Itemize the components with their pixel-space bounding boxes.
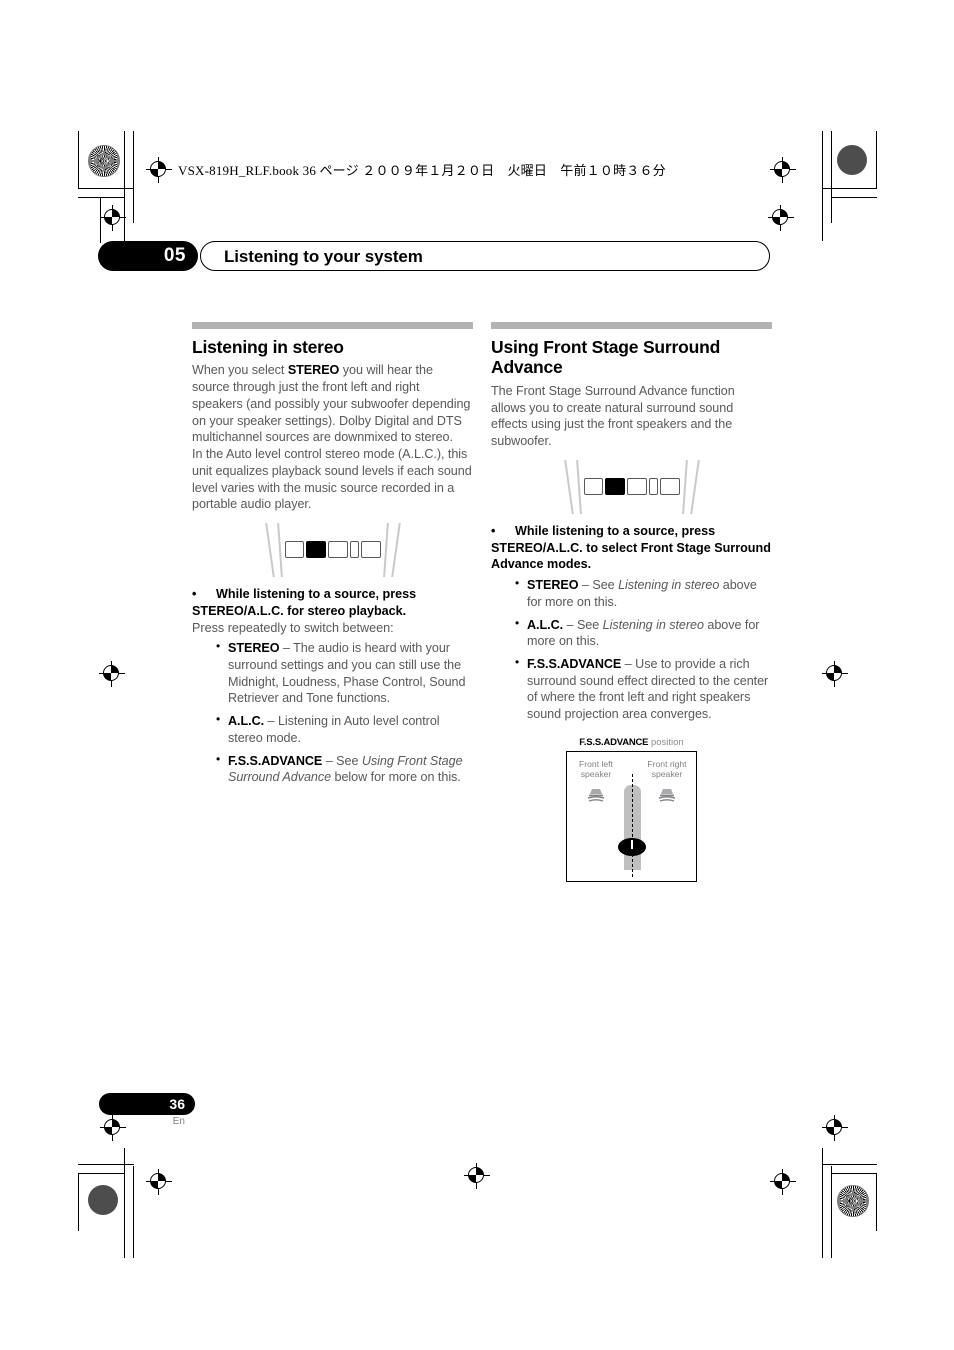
fss-advance-diagram: F.S.S.ADVANCE position Front left speake… [566,737,697,882]
section-rule [192,322,473,329]
registration-target-icon [146,1169,172,1195]
registration-burst-icon [837,1185,869,1217]
bullet-term: STEREO [228,641,280,656]
remote-button-stereo-alc-highlighted [306,541,326,559]
bullet-dash: – [322,753,337,768]
remote-button [360,541,381,559]
registration-target-icon [99,661,125,687]
bullet-term: F.S.S.ADVANCE [527,657,622,672]
bullet-term: A.L.C. [527,617,564,632]
right-column: Using Front Stage Surround Advance The F… [491,322,772,882]
intro-text-a: When you select [192,363,288,378]
registration-target-icon [768,205,794,231]
paragraph-alc-intro: In the Auto level control stereo mode (A… [192,447,472,512]
remote-control-illustration [558,459,706,514]
label-front-right-speaker: Front right speaker [647,758,687,780]
paragraph-stereo-intro: When you select STEREO you will hear the… [192,362,473,446]
page-number-badge: 36 [99,1093,195,1115]
bullet-cross-reference: Listening in stereo [602,617,704,632]
bullet-term: A.L.C. [228,714,265,729]
diagram-frame: Front left speaker Front right speaker [566,750,697,882]
bullet-text: See [336,753,362,768]
bullet-dash: – [578,578,593,593]
list-item: F.S.S.ADVANCE – Use to provide a rich su… [515,655,772,723]
registration-target-icon [146,157,172,183]
bullet-term: STEREO [527,578,579,593]
bullet-marker: • [192,587,197,602]
left-bullet-list: STEREO – The audio is heard with your su… [192,639,473,786]
remote-button [583,477,604,495]
print-file-header: VSX-819H_RLF.book 36 ページ ２００９年１月２０日 火曜日 … [178,163,666,178]
registration-dot-icon [88,1185,118,1215]
registration-target-icon [822,661,848,687]
speaker-left-icon [587,788,605,802]
page-title: Listening to your system [224,247,423,266]
bullet-dash: – [279,641,294,656]
label-front-left-speaker: Front left speaker [579,758,613,780]
chapter-header: 05 Listening to your system [98,241,770,271]
list-item: STEREO – See Listening in stereo above f… [515,576,772,610]
section-heading-listening-in-stereo: Listening in stereo [192,337,344,357]
remote-button [659,477,680,495]
bullet-dash: – [621,657,636,672]
diagram-caption: F.S.S.ADVANCE position [566,737,697,748]
section-rule [491,322,772,329]
registration-burst-icon [88,145,120,177]
chapter-number-badge: 05 [98,241,198,271]
speaker-right-icon [658,788,676,802]
instruction-text: While listening to a source, press STERE… [192,587,417,618]
term-stereo: STEREO [287,363,340,378]
instruction-text: While listening to a source, press STERE… [491,523,771,572]
bullet-text-tail: below for more on this. [331,770,461,785]
remote-button [349,541,359,559]
remote-button [328,541,348,559]
bullet-term: F.S.S.ADVANCE [228,753,323,768]
bullet-text: See [592,578,619,593]
registration-target-icon [822,1115,848,1141]
right-bullet-list: STEREO – See Listening in stereo above f… [491,576,772,723]
bullet-cross-reference: Listening in stereo [618,578,720,593]
bullet-text: See [576,617,603,632]
registration-target-icon [770,1169,796,1195]
registration-target-icon [464,1163,490,1189]
diagram-caption-rest: position [648,736,684,748]
list-item: F.S.S.ADVANCE – See Using Front Stage Su… [216,752,473,786]
diagram-caption-term: F.S.S.ADVANCE [579,736,649,748]
bullet-dash: – [563,617,577,632]
bullet-dash: – [264,714,278,729]
bullet-marker: • [491,523,496,538]
instruction-stereo-playback: • While listening to a source, press STER… [192,586,473,619]
list-item: A.L.C. – Listening in Auto level control… [216,712,473,746]
paragraph-fss-intro: The Front Stage Surround Advance functio… [491,383,735,449]
section-heading-front-stage-surround-advance: Using Front Stage Surround Advance [491,337,721,378]
instruction-select-fss-modes: • While listening to a source, press STER… [491,523,772,573]
remote-control-illustration [259,523,407,578]
remote-button [648,477,658,495]
registration-target-icon [770,157,796,183]
list-item: STEREO – The audio is heard with your su… [216,639,473,707]
list-item: A.L.C. – See Listening in stereo above f… [515,616,772,650]
registration-target-icon [100,205,126,231]
center-axis-line [632,773,633,877]
remote-button [284,541,305,559]
listening-position-marker [618,837,646,856]
remote-button-stereo-alc-highlighted [605,477,625,495]
instruction-note: Press repeatedly to switch between: [192,620,394,635]
left-column: Listening in stereo When you select STER… [192,322,473,792]
page-language-code: En [172,1116,185,1127]
remote-button [627,477,647,495]
registration-dot-icon [837,145,867,175]
